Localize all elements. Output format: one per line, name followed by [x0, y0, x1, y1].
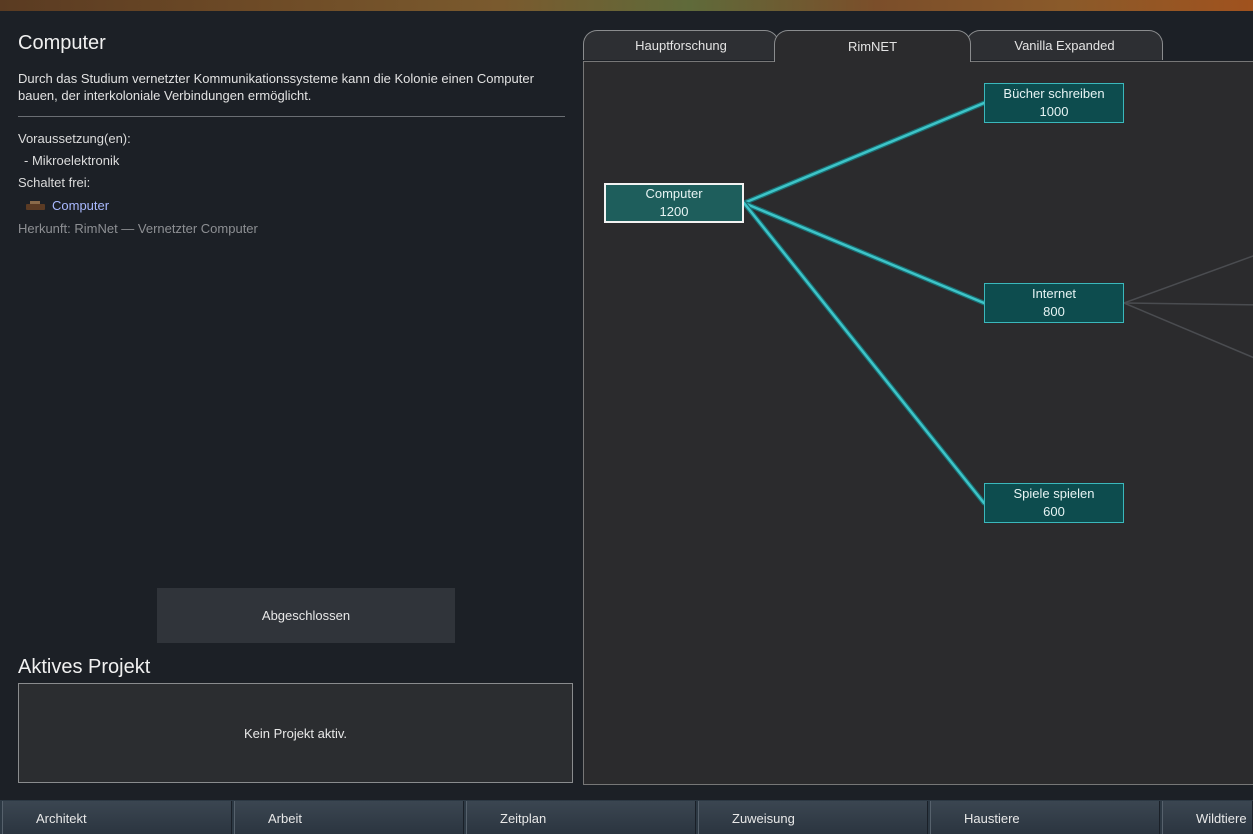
node-buecher-schreiben-cost: 1000: [1039, 104, 1069, 119]
research-window: Computer Durch das Studium vernetzter Ko…: [0, 11, 1253, 800]
active-project-box: Kein Projekt aktiv.: [18, 683, 573, 783]
tab-rimnet[interactable]: RimNET: [774, 30, 971, 62]
origin-text: Herkunft: RimNet — Vernetzter Computer: [18, 221, 258, 236]
completed-button[interactable]: Abgeschlossen: [157, 588, 455, 643]
node-buecher-schreiben-name: Bücher schreiben: [1003, 86, 1105, 101]
game-map-strip: [0, 0, 1253, 11]
project-description: Durch das Studium vernetzter Kommunikati…: [18, 71, 534, 103]
main-tab-arbeit[interactable]: Arbeit: [234, 801, 464, 834]
main-tab-zuweisung[interactable]: Zuweisung: [698, 801, 928, 834]
prerequisites-label: Voraussetzung(en):: [18, 131, 131, 146]
divider: [18, 116, 565, 117]
tree-links: [741, 100, 1253, 506]
research-detail-panel: Computer Durch das Studium vernetzter Ko…: [18, 11, 573, 800]
main-tab-zeitplan[interactable]: Zeitplan: [466, 801, 696, 834]
node-spiele-spielen-cost: 600: [1043, 504, 1065, 519]
node-computer-cost: 1200: [659, 204, 689, 219]
active-project-title: Aktives Projekt: [18, 656, 151, 678]
unlock-item[interactable]: Computer: [26, 198, 109, 213]
unlock-item-link[interactable]: Computer: [52, 198, 109, 213]
link-internet-offscreen-3: [1123, 302, 1253, 359]
unlocks-label: Schaltet frei:: [18, 175, 91, 190]
prerequisite-item: - Mikroelektronik: [24, 153, 120, 168]
node-computer[interactable]: Computer 1200: [604, 183, 744, 223]
node-internet-name: Internet: [1031, 286, 1077, 301]
link-computer-spiele-spielen: [742, 201, 986, 505]
node-spiele-spielen-name: Spiele spielen: [1013, 486, 1095, 501]
main-tab-wildtiere[interactable]: Wildtiere: [1162, 801, 1253, 834]
main-tab-bar: Architekt Arbeit Zeitplan Zuweisung Haus…: [0, 800, 1253, 834]
project-title: Computer: [18, 32, 106, 54]
tab-vanilla-expanded[interactable]: Vanilla Expanded: [966, 30, 1163, 60]
node-internet-cost: 800: [1043, 304, 1065, 319]
research-tree-panel[interactable]: Computer 1200 Bücher schreiben 1000 Inte…: [583, 61, 1253, 785]
node-internet[interactable]: Internet 800: [984, 283, 1124, 323]
node-spiele-spielen[interactable]: Spiele spielen 600: [984, 483, 1124, 523]
main-tab-architekt[interactable]: Architekt: [2, 801, 232, 834]
node-buecher-schreiben[interactable]: Bücher schreiben 1000: [984, 83, 1124, 123]
link-computer-internet: [742, 201, 986, 305]
link-internet-offscreen-2: [1123, 302, 1253, 306]
link-internet-offscreen-1: [1123, 255, 1253, 304]
tab-hauptforschung[interactable]: Hauptforschung: [583, 30, 779, 60]
link-computer-buecher-schreiben: [742, 101, 986, 205]
active-project-empty-text: Kein Projekt aktiv.: [243, 725, 348, 741]
node-computer-name: Computer: [645, 186, 703, 201]
main-tab-haustiere[interactable]: Haustiere: [930, 801, 1160, 834]
computer-icon: [26, 201, 45, 210]
